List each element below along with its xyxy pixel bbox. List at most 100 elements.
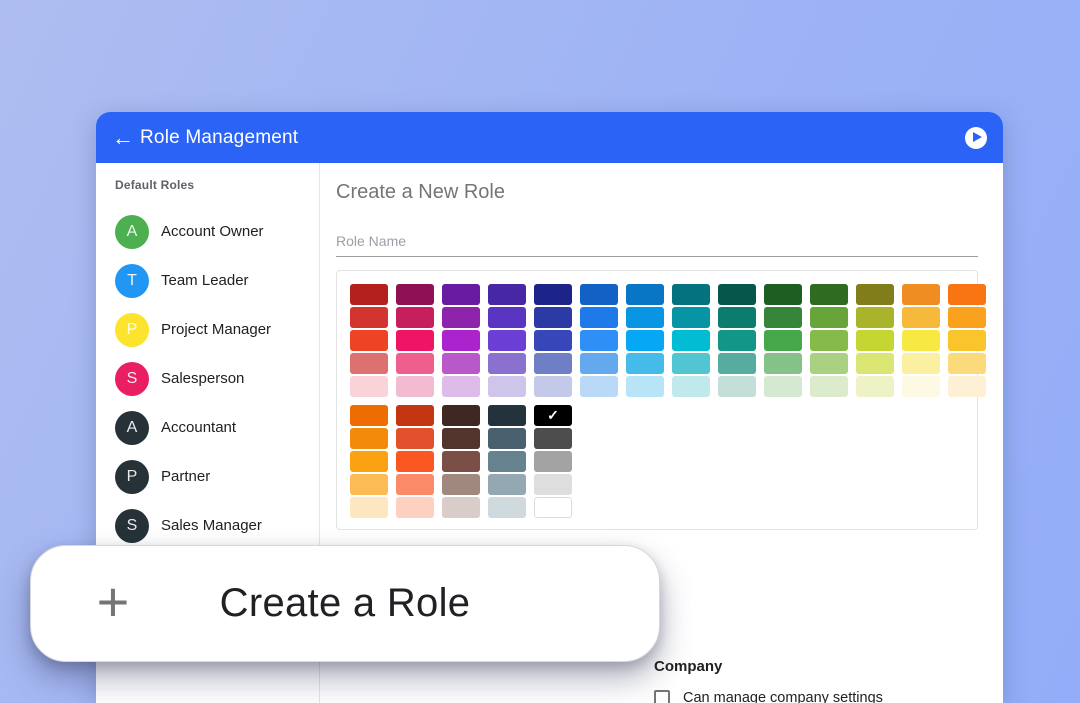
- color-swatch[interactable]: [442, 284, 480, 305]
- color-swatch[interactable]: [534, 451, 572, 472]
- color-swatch[interactable]: [810, 376, 848, 397]
- color-swatch[interactable]: [350, 376, 388, 397]
- color-swatch[interactable]: [350, 284, 388, 305]
- color-swatch[interactable]: [810, 307, 848, 328]
- color-swatch[interactable]: [442, 451, 480, 472]
- color-swatch-selected[interactable]: ✓: [534, 405, 572, 426]
- color-swatch[interactable]: [902, 330, 940, 351]
- color-swatch[interactable]: [856, 284, 894, 305]
- color-swatch[interactable]: [810, 353, 848, 374]
- color-swatch[interactable]: [718, 376, 756, 397]
- color-swatch[interactable]: [580, 376, 618, 397]
- color-swatch[interactable]: [442, 307, 480, 328]
- color-swatch[interactable]: [580, 307, 618, 328]
- color-swatch[interactable]: [580, 284, 618, 305]
- color-swatch[interactable]: [442, 376, 480, 397]
- sidebar-item-accountant[interactable]: AAccountant: [115, 403, 319, 452]
- color-swatch[interactable]: [764, 353, 802, 374]
- color-swatch[interactable]: [902, 307, 940, 328]
- sidebar-item-partner[interactable]: PPartner: [115, 452, 319, 501]
- color-swatch[interactable]: [764, 307, 802, 328]
- color-swatch[interactable]: [350, 353, 388, 374]
- permission-item[interactable]: Can manage company settings: [654, 690, 883, 703]
- color-swatch[interactable]: [442, 353, 480, 374]
- color-swatch[interactable]: [396, 376, 434, 397]
- color-swatch[interactable]: [534, 428, 572, 449]
- color-swatch[interactable]: [488, 497, 526, 518]
- color-swatch[interactable]: [764, 284, 802, 305]
- color-swatch[interactable]: [948, 330, 986, 351]
- color-swatch[interactable]: [948, 307, 986, 328]
- color-swatch[interactable]: [442, 474, 480, 495]
- color-swatch[interactable]: [718, 330, 756, 351]
- color-swatch[interactable]: [350, 497, 388, 518]
- color-swatch[interactable]: [396, 451, 434, 472]
- color-swatch[interactable]: [948, 284, 986, 305]
- color-swatch[interactable]: [580, 353, 618, 374]
- color-swatch[interactable]: [350, 428, 388, 449]
- sidebar-item-account-owner[interactable]: AAccount Owner: [115, 207, 319, 256]
- color-swatch[interactable]: [626, 376, 664, 397]
- color-swatch[interactable]: [488, 353, 526, 374]
- color-swatch[interactable]: [396, 330, 434, 351]
- color-swatch[interactable]: [764, 330, 802, 351]
- color-swatch[interactable]: [856, 330, 894, 351]
- color-swatch[interactable]: [488, 284, 526, 305]
- color-swatch[interactable]: [488, 405, 526, 426]
- color-swatch[interactable]: [350, 307, 388, 328]
- color-swatch[interactable]: [396, 307, 434, 328]
- color-swatch[interactable]: [488, 428, 526, 449]
- color-swatch[interactable]: [810, 284, 848, 305]
- color-swatch[interactable]: [534, 353, 572, 374]
- color-swatch[interactable]: [534, 474, 572, 495]
- color-swatch[interactable]: [948, 376, 986, 397]
- color-swatch[interactable]: [442, 497, 480, 518]
- checkbox-unchecked[interactable]: [654, 690, 670, 703]
- color-swatch[interactable]: [488, 376, 526, 397]
- color-swatch[interactable]: [534, 376, 572, 397]
- color-swatch[interactable]: [672, 376, 710, 397]
- color-swatch[interactable]: [856, 376, 894, 397]
- color-swatch[interactable]: [534, 307, 572, 328]
- color-swatch[interactable]: [626, 353, 664, 374]
- color-swatch[interactable]: [672, 353, 710, 374]
- color-swatch[interactable]: [396, 474, 434, 495]
- color-swatch[interactable]: [442, 405, 480, 426]
- color-swatch[interactable]: [396, 353, 434, 374]
- color-swatch[interactable]: [626, 284, 664, 305]
- create-role-button-callout[interactable]: + Create a Role: [30, 545, 660, 662]
- color-swatch[interactable]: [856, 353, 894, 374]
- color-swatch[interactable]: [902, 284, 940, 305]
- color-swatch[interactable]: [534, 497, 572, 518]
- sidebar-item-team-leader[interactable]: TTeam Leader: [115, 256, 319, 305]
- color-swatch[interactable]: [672, 284, 710, 305]
- color-swatch[interactable]: [856, 307, 894, 328]
- color-swatch[interactable]: [948, 353, 986, 374]
- play-icon[interactable]: [965, 127, 987, 149]
- color-swatch[interactable]: [718, 284, 756, 305]
- color-swatch[interactable]: [396, 497, 434, 518]
- sidebar-item-project-manager[interactable]: PProject Manager: [115, 305, 319, 354]
- color-swatch[interactable]: [810, 330, 848, 351]
- color-swatch[interactable]: [764, 376, 802, 397]
- color-swatch[interactable]: [350, 330, 388, 351]
- color-swatch[interactable]: [626, 330, 664, 351]
- color-swatch[interactable]: [718, 307, 756, 328]
- color-swatch[interactable]: [350, 405, 388, 426]
- color-swatch[interactable]: [488, 330, 526, 351]
- color-swatch[interactable]: [350, 451, 388, 472]
- sidebar-item-salesperson[interactable]: SSalesperson: [115, 354, 319, 403]
- color-swatch[interactable]: [488, 451, 526, 472]
- color-swatch[interactable]: [442, 428, 480, 449]
- color-swatch[interactable]: [902, 376, 940, 397]
- color-swatch[interactable]: [442, 330, 480, 351]
- role-name-input[interactable]: [336, 229, 978, 257]
- color-swatch[interactable]: [488, 307, 526, 328]
- color-swatch[interactable]: [580, 330, 618, 351]
- color-swatch[interactable]: [396, 428, 434, 449]
- color-swatch[interactable]: [718, 353, 756, 374]
- color-swatch[interactable]: [626, 307, 664, 328]
- color-swatch[interactable]: [396, 284, 434, 305]
- color-swatch[interactable]: [488, 474, 526, 495]
- color-swatch[interactable]: [672, 330, 710, 351]
